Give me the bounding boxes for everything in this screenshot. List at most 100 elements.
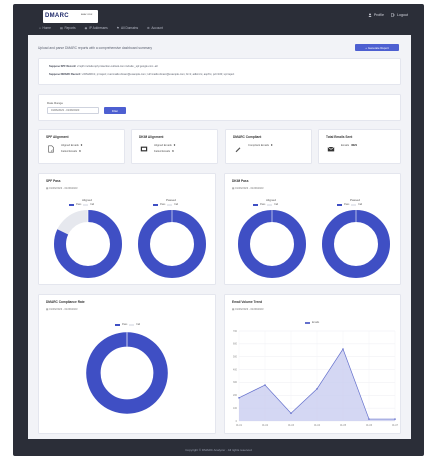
compliance-panel-date: ▦ 01/06/2023 - 01/06/2023 (46, 308, 78, 311)
legend-label: Fail (136, 323, 141, 326)
home-icon: ⌂ (39, 26, 41, 30)
report-icon: ▤ (59, 26, 63, 30)
stat-row: Aligned Emails 0 (61, 144, 82, 147)
x-tick-label: 01-04 (314, 424, 321, 427)
menu-label: Home (42, 26, 51, 30)
legend-swatch-emails (305, 321, 310, 324)
legend-swatch-pass (115, 323, 120, 326)
logout-icon (391, 13, 395, 17)
x-tick-label: 01-06 (366, 424, 373, 427)
data-point (290, 412, 292, 415)
plus-icon: + (365, 45, 367, 50)
stat-row-label: Compliant Emails (248, 144, 269, 147)
ip-icon: ◉ (84, 26, 88, 30)
legend-swatch-pass (253, 203, 258, 206)
y-tick-label: 400 (233, 368, 238, 371)
stat-row-value: 3021 (351, 144, 358, 147)
dkim-panel-date: ▦ 01/06/2023 - 01/06/2023 (232, 187, 264, 190)
stat-row-value: 0 (80, 144, 83, 147)
stat-row: Compliant Emails 0 (248, 144, 272, 147)
donut-pass-slice (86, 332, 168, 414)
spf-record-value: v=spf1 include:spf.protection.outlook.co… (76, 65, 158, 68)
logo[interactable]: DMARC ANALYZER (43, 10, 98, 23)
total-emails-title: Total Emails Sent (326, 135, 353, 139)
user-icon (368, 13, 372, 17)
stat-row-value: 0 (173, 144, 176, 147)
data-point (238, 397, 240, 399)
dkim-aligned-donut (238, 210, 306, 278)
pencil-icon (235, 147, 241, 153)
stat-row: Failed Emails 0 (61, 150, 81, 153)
stat-row-label: Failed Emails (154, 150, 171, 153)
data-point (316, 388, 318, 390)
stat-row-value: 0 (79, 150, 81, 153)
donut-pass-slice (322, 210, 390, 278)
dmarc-compliant-title: DMARC Compliant (233, 135, 262, 139)
spf-alignment-card: SPF Alignment Aligned Emails 0 Failed Ema… (38, 129, 125, 164)
menu-item-domains[interactable]: ⚑ All Domains (117, 26, 138, 30)
y-tick-label: 700 (233, 330, 238, 333)
dkim-passed-title: Passed (349, 198, 360, 202)
menu-item-account[interactable]: ⚙ Account (147, 26, 163, 30)
date-range-input[interactable]: 01/06/2023 - 01/06/2023 (47, 107, 99, 114)
legend-swatch-fail (83, 203, 89, 206)
data-point (394, 418, 396, 420)
stat-row: Failed Emails 0 (154, 150, 174, 153)
x-tick-label: 01-07 (392, 424, 399, 427)
spf-aligned-title: Aligned (81, 198, 92, 202)
legend-swatch-pass (337, 203, 342, 206)
volume-panel-date: ▦ 01/06/2023 - 01/06/2023 (232, 308, 264, 311)
spf-panel-date-text: 01/06/2023 - 01/06/2023 (49, 187, 78, 190)
dkim-panel-title: DKIM Pass (232, 179, 249, 183)
legend-label: Pass (344, 203, 350, 206)
legend-label: Fail (274, 203, 279, 206)
app-frame: DMARC ANALYZER Profile Logout ⌂ Home ▤ Rep… (13, 4, 424, 456)
menu-item-ip-addresses[interactable]: ◉ IP Addresses (85, 26, 108, 30)
spf-passed-title: Passed (165, 198, 176, 202)
spf-record-label: Suppose SPF Record: (49, 65, 77, 68)
legend-swatch-fail (351, 203, 357, 206)
menu-item-home[interactable]: ⌂ Home (39, 26, 51, 30)
dmarc-compliant-card: DMARC Compliant Compliant Emails 0 (225, 129, 312, 164)
legend-label: Pass (160, 203, 166, 206)
spf-panel-title: SPF Pass (46, 179, 61, 183)
data-point (342, 348, 344, 350)
spf-pass-panel: SPF Pass ▦ 01/06/2023 - 01/06/2023 Align… (38, 173, 216, 285)
dmarc-record-line: Suppose DMARC Record: v=DMARC1; p=reject… (49, 73, 234, 76)
stat-row-value: 0 (270, 144, 273, 147)
x-tick-label: 01-02 (262, 424, 269, 427)
main-menu: ⌂ Home ▤ Reports ◉ IP Addresses ⚑ All Domain… (39, 26, 163, 30)
generate-report-button[interactable]: + Generate Report (355, 44, 399, 51)
dmarc-compliance-panel: DMARC Compliance Rate ▦ 01/06/2023 - 01/… (38, 294, 216, 434)
y-tick-label: 300 (233, 381, 238, 384)
generate-report-label: Generate Report (367, 45, 389, 50)
filter-button[interactable]: Filter (104, 107, 126, 114)
dkim-passed-donut (322, 210, 390, 278)
compliance-panel-title: DMARC Compliance Rate (46, 300, 85, 304)
compliance-donut (86, 332, 168, 414)
legend-swatch-fail (267, 203, 273, 206)
stat-row-label: Emails (341, 144, 350, 147)
menu-item-reports[interactable]: ▤ Reports (60, 26, 76, 30)
legend-label: Fail (90, 203, 95, 206)
y-tick-label: 0 (236, 420, 238, 423)
legend-label: Pass (76, 203, 82, 206)
y-tick-label: 500 (233, 356, 238, 359)
key-icon (140, 146, 148, 152)
dkim-passed-legend: Pass Fail (337, 203, 362, 206)
dkim-aligned-legend: Pass Fail (253, 203, 278, 206)
logout-link[interactable]: Logout (391, 13, 408, 17)
spf-record-line: Suppose SPF Record: v=spf1 include:spf.p… (49, 65, 158, 68)
email-volume-panel: Email Volume Trend ▦ 01/06/2023 - 01/06/… (224, 294, 401, 434)
y-tick-label: 600 (233, 343, 238, 346)
y-tick-label: 200 (233, 394, 238, 397)
stat-row-label: Aligned Emails (154, 144, 172, 147)
volume-legend: Emails (305, 321, 319, 324)
profile-link[interactable]: Profile (368, 13, 384, 17)
dkim-alignment-card: DKIM Alignment Aligned Emails 0 Failed Em… (131, 129, 218, 164)
spf-alignment-title: SPF Alignment (46, 135, 69, 139)
dkim-aligned-title: Aligned (265, 198, 276, 202)
page-description: Upload and parse DMARC reports with a co… (38, 46, 152, 50)
stat-row-label: Aligned Emails (61, 144, 79, 147)
volume-panel-title: Email Volume Trend (232, 300, 263, 304)
